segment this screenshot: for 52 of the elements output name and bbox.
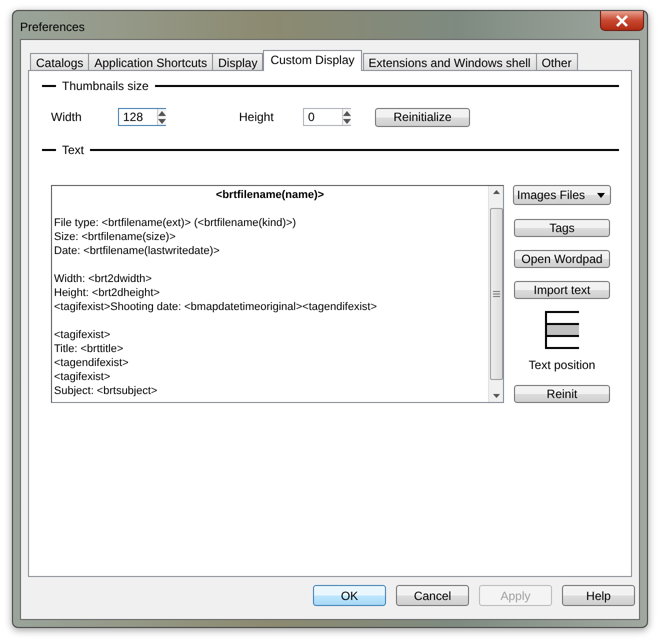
- close-button[interactable]: [600, 11, 644, 31]
- editor-line: <tagendifexist>: [54, 357, 129, 369]
- tab[interactable]: Display: [212, 53, 264, 71]
- window-title: Preferences: [20, 20, 85, 34]
- dialog-button[interactable]: Help: [562, 585, 635, 606]
- text-editor[interactable]: [51, 185, 504, 403]
- dialog-button[interactable]: Cancel: [396, 585, 469, 606]
- scroll-up-icon: [492, 190, 500, 194]
- tab[interactable]: Custom Display: [263, 50, 362, 71]
- editor-line: <tagifexist>: [54, 329, 110, 341]
- reinitialize-button[interactable]: Reinitialize: [375, 108, 470, 126]
- position-slot[interactable]: [545, 311, 579, 323]
- text-position-selector[interactable]: [545, 311, 579, 349]
- side-button[interactable]: Import text: [514, 281, 610, 299]
- scrollbar[interactable]: [488, 186, 503, 402]
- editor-line: File type: <brtfilename(ext)> (<brtfilename(kind)>): [54, 217, 296, 229]
- editor-line: Width: <brt2dwidth>: [54, 273, 152, 285]
- scroll-down-icon: [492, 394, 500, 398]
- dialog-button[interactable]: OK: [313, 585, 386, 606]
- group-title: Text: [62, 143, 84, 157]
- tab[interactable]: Other: [536, 53, 578, 71]
- down-arrow-icon: [158, 118, 166, 124]
- up-arrow-icon: [343, 110, 351, 116]
- editor-line: Size: <brtfilename(size)>: [54, 231, 176, 243]
- close-icon: [615, 14, 629, 26]
- editor-line: Subject: <brtsubject>: [54, 385, 158, 397]
- editor-line: Height: <brt2dheight>: [54, 287, 160, 299]
- up-arrow-icon: [158, 110, 166, 116]
- editor-line: Date: <brtfilename(lastwritedate)>: [54, 245, 220, 257]
- reinit-button[interactable]: Reinit: [514, 385, 610, 403]
- editor-line: <tagifexist>: [54, 371, 110, 383]
- height-spinbox[interactable]: 0: [303, 108, 351, 126]
- tab[interactable]: Extensions and Windows shell: [362, 53, 537, 71]
- width-label: Width: [51, 110, 83, 124]
- group-title: Thumbnails size: [62, 79, 149, 93]
- height-label: Height: [239, 110, 275, 124]
- width-spinbox[interactable]: 128: [118, 108, 166, 126]
- grip-icon: [492, 291, 500, 297]
- tab[interactable]: Catalogs: [30, 53, 90, 71]
- side-button[interactable]: Open Wordpad: [514, 250, 610, 268]
- down-arrow-icon: [343, 118, 351, 124]
- side-button[interactable]: Tags: [514, 219, 610, 237]
- file-type-dropdown[interactable]: Images Files: [513, 185, 611, 205]
- position-slot[interactable]: [545, 335, 579, 349]
- dropdown-arrow-icon: [597, 192, 605, 198]
- editor-line: Title: <brttitle>: [54, 343, 124, 355]
- text-position-label: Text position: [528, 358, 596, 372]
- tab[interactable]: Application Shortcuts: [88, 53, 214, 71]
- editor-heading: <brtfilename(name)>: [214, 188, 326, 202]
- position-slot[interactable]: [545, 323, 579, 335]
- editor-line: <tagifexist>Shooting date: <bmapdatetimeoriginal><tagendifexist>: [54, 301, 377, 313]
- scrollbar-thumb[interactable]: [490, 208, 502, 380]
